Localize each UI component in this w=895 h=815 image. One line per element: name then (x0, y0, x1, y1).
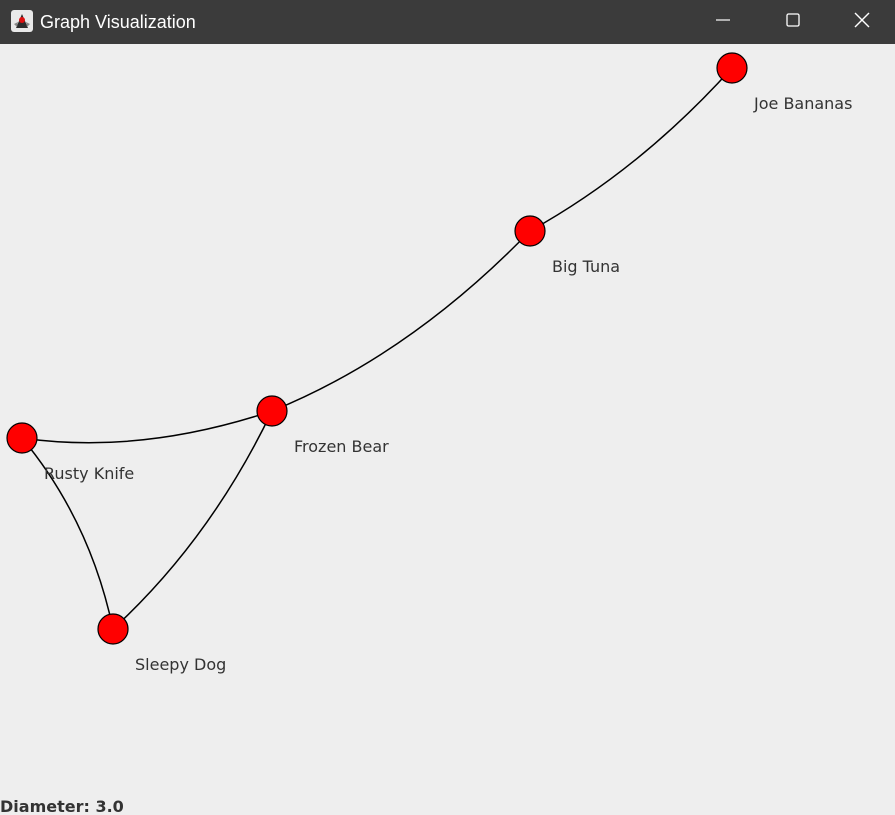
graph-edge-tuna-bear (271, 230, 531, 412)
graph-edge-bear-dog (112, 410, 273, 630)
graph-edge-joe-tuna (529, 67, 733, 232)
title-bar[interactable]: Graph Visualization (0, 0, 895, 44)
edges-layer (21, 67, 733, 630)
close-icon (853, 11, 871, 34)
labels-layer: Joe Bananas Big Tuna Frozen Bear Rusty Knif… (44, 94, 852, 674)
diameter-status: Diameter: 3.0 (0, 797, 124, 815)
window-title: Graph Visualization (40, 12, 196, 32)
java-duke-icon (11, 10, 33, 32)
app-window: Graph Visualization Joe Bananas Big Tuna… (0, 0, 895, 815)
node-label-knife: Rusty Knife (44, 464, 134, 483)
close-button[interactable] (828, 0, 895, 44)
graph-edge-bear-knife (21, 410, 273, 444)
node-label-dog: Sleepy Dog (135, 655, 226, 674)
nodes-layer (6, 52, 748, 645)
graph-node-dog[interactable] (97, 613, 129, 645)
graph-node-bear[interactable] (256, 395, 288, 427)
graph-canvas[interactable]: Joe Bananas Big Tuna Frozen Bear Rusty Knif… (0, 44, 895, 815)
node-label-tuna: Big Tuna (552, 257, 620, 276)
minimize-icon (715, 12, 731, 33)
maximize-button[interactable] (758, 0, 828, 44)
graph-svg: Joe Bananas Big Tuna Frozen Bear Rusty Knif… (6, 52, 852, 674)
maximize-icon (785, 12, 801, 33)
graph-node-joe[interactable] (716, 52, 748, 84)
minimize-button[interactable] (688, 0, 758, 44)
node-label-joe: Joe Bananas (753, 94, 852, 113)
node-label-bear: Frozen Bear (294, 437, 389, 456)
graph-node-knife[interactable] (6, 422, 38, 454)
graph-node-tuna[interactable] (514, 215, 546, 247)
